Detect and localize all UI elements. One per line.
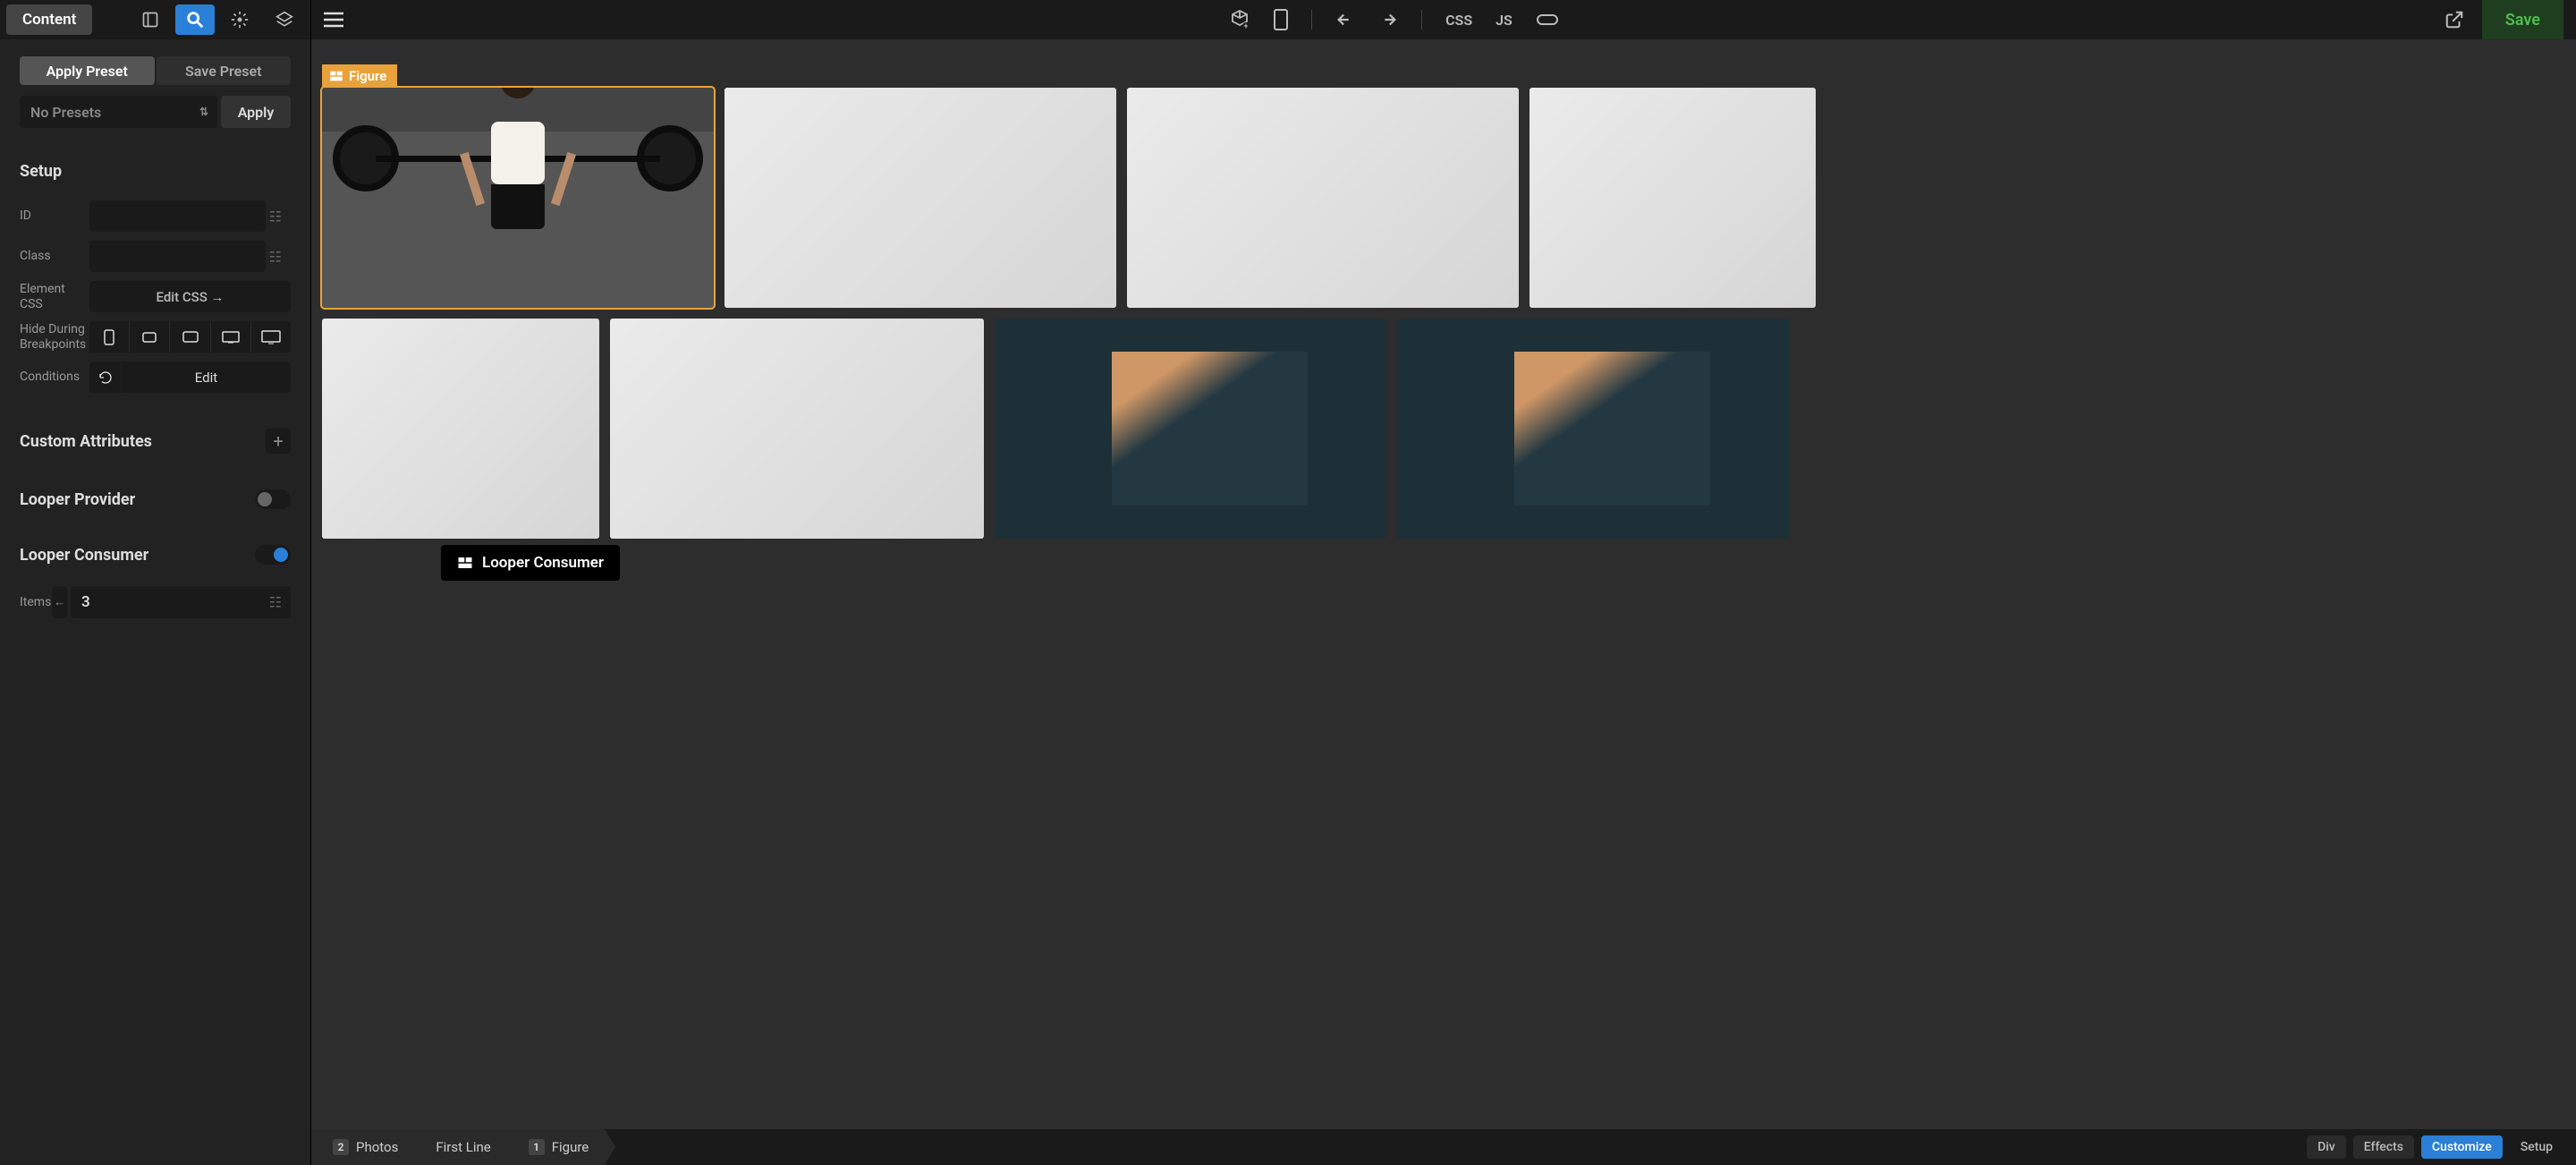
edit-css-button[interactable]: Edit CSS → [89, 281, 291, 312]
inspector-sidebar: Content Apply Preset Save Preset No Pres… [0, 0, 311, 1165]
breadcrumb-badge: 1 [529, 1139, 545, 1155]
breadcrumb-badge: 2 [333, 1139, 349, 1155]
breadcrumb-item-firstline[interactable]: First Line [414, 1129, 506, 1165]
gallery-item[interactable] [1127, 88, 1519, 308]
main-area: + CSS JS Save Figure [311, 0, 2576, 1165]
refresh-icon[interactable] [89, 361, 121, 393]
hamburger-icon[interactable] [324, 12, 343, 28]
items-label: Items [20, 595, 52, 609]
canvas[interactable]: Figure L [311, 39, 2576, 1129]
database-icon[interactable]: ☷ [269, 248, 282, 265]
figure-tag-text: Figure [349, 68, 386, 84]
panel-icon[interactable] [131, 4, 170, 35]
sidebar-body: Apply Preset Save Preset No Presets ⇅ Ap… [0, 39, 310, 1165]
custom-attributes-heading: Custom Attributes [20, 432, 152, 451]
items-input[interactable] [71, 586, 291, 618]
id-input[interactable] [89, 200, 266, 232]
element-css-label: Element CSS [20, 282, 89, 312]
conditions-label: Conditions [20, 370, 89, 385]
separator [1421, 10, 1422, 30]
div-button[interactable]: Div [2307, 1135, 2346, 1159]
gallery-item[interactable] [1530, 88, 1816, 308]
effects-button[interactable]: Effects [2353, 1135, 2414, 1159]
gallery-item[interactable] [724, 88, 1116, 308]
breakpoint-lg-icon[interactable] [211, 321, 251, 353]
hide-breakpoints-label: Hide During Breakpoints [20, 322, 89, 353]
gamepad-icon[interactable] [1536, 12, 1559, 28]
conditions-edit-button[interactable]: Edit [122, 361, 291, 393]
content-button[interactable]: Content [6, 4, 92, 35]
search-icon[interactable] [175, 4, 215, 35]
looper-provider-heading: Looper Provider [20, 490, 135, 509]
layers-icon[interactable] [265, 4, 304, 35]
bottombar: 2 Photos First Line 1 Figure Div Effects… [311, 1129, 2576, 1165]
breakpoint-buttons [89, 321, 291, 353]
gallery-item[interactable] [610, 319, 984, 539]
breadcrumb-item-figure[interactable]: 1 Figure [507, 1129, 606, 1165]
apply-button[interactable]: Apply [221, 96, 291, 128]
css-button[interactable]: CSS [1445, 12, 1472, 29]
looper-consumer-badge[interactable]: Looper Consumer [441, 545, 620, 581]
js-button[interactable]: JS [1496, 12, 1513, 29]
preset-select[interactable]: No Presets ⇅ [20, 96, 217, 128]
redo-icon[interactable] [1378, 12, 1398, 28]
preset-select-label: No Presets [30, 104, 101, 121]
sidebar-top: Content [0, 0, 310, 39]
chevron-updown-icon: ⇅ [199, 106, 208, 118]
breakpoint-sm-icon[interactable] [130, 321, 170, 353]
breakpoint-md-icon[interactable] [170, 321, 210, 353]
svg-text:+: + [1244, 22, 1249, 30]
separator [1311, 10, 1312, 30]
looper-consumer-toggle[interactable] [255, 545, 291, 565]
apply-preset-button[interactable]: Apply Preset [20, 56, 155, 85]
breakpoint-xs-icon[interactable] [89, 321, 130, 353]
figure-label-badge[interactable]: Figure [322, 64, 397, 88]
customize-button[interactable]: Customize [2421, 1135, 2503, 1159]
database-icon[interactable]: ☷ [269, 594, 282, 611]
database-icon[interactable]: ☷ [269, 208, 282, 225]
id-label: ID [20, 208, 89, 224]
class-label: Class [20, 249, 89, 264]
setup-button[interactable]: Setup [2510, 1135, 2563, 1159]
gallery-item[interactable] [1397, 319, 1789, 539]
breadcrumb-label: Figure [552, 1139, 589, 1155]
gear-icon[interactable] [220, 4, 259, 35]
save-preset-button[interactable]: Save Preset [157, 56, 292, 85]
save-button[interactable]: Save [2482, 0, 2563, 39]
looper-badge-text: Looper Consumer [482, 554, 604, 572]
breadcrumb: 2 Photos First Line 1 Figure [311, 1129, 605, 1165]
breadcrumb-label: Photos [356, 1139, 398, 1155]
breadcrumb-item-photos[interactable]: 2 Photos [311, 1129, 414, 1165]
gallery-item-selected[interactable] [322, 88, 714, 308]
looper-provider-toggle[interactable] [255, 489, 291, 509]
looper-consumer-heading: Looper Consumer [20, 546, 148, 565]
breadcrumb-label: First Line [436, 1139, 490, 1155]
undo-icon[interactable] [1335, 12, 1355, 28]
breakpoint-xl-icon[interactable] [251, 321, 291, 353]
arrow-left-icon[interactable]: ← [52, 586, 67, 618]
topbar: + CSS JS Save [311, 0, 2576, 39]
add-attribute-button[interactable]: + [266, 429, 291, 454]
gallery-item[interactable] [322, 319, 599, 539]
gallery-item[interactable] [995, 319, 1386, 539]
mobile-icon[interactable] [1274, 9, 1288, 30]
external-link-icon[interactable] [2445, 10, 2464, 30]
cube-plus-icon[interactable]: + [1229, 9, 1250, 30]
setup-heading: Setup [20, 162, 291, 181]
class-input[interactable] [89, 241, 266, 272]
image-gallery [322, 88, 2576, 539]
